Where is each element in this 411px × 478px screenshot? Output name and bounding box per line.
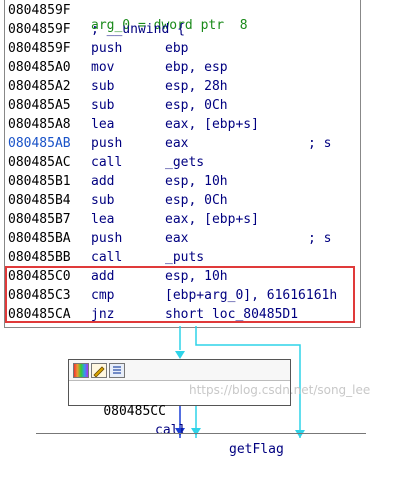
edge-true-arrowhead xyxy=(175,351,185,359)
pencil-icon[interactable] xyxy=(91,363,107,378)
code-block-next-partial xyxy=(36,433,366,444)
list-icon[interactable] xyxy=(109,363,125,378)
address: 080485CC xyxy=(103,404,166,419)
node-toolbar xyxy=(69,360,290,381)
color-graph-icon[interactable] xyxy=(73,363,89,378)
watermark: https://blog.csdn.net/song_lee xyxy=(189,383,371,397)
asm-line[interactable]: 080485CC call getFlag xyxy=(72,383,283,457)
